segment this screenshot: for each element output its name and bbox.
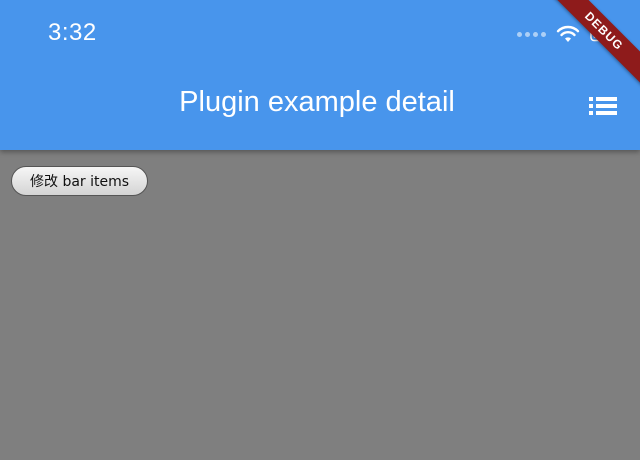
app-bar: 3:32 Plugin example detail DEBUG <box>0 0 640 150</box>
modify-bar-items-button[interactable]: 修改 bar items <box>11 166 149 196</box>
status-time: 3:32 <box>48 19 97 46</box>
signal-dots-icon <box>517 31 546 37</box>
battery-icon <box>590 26 619 42</box>
list-icon <box>589 97 617 115</box>
menu-button[interactable] <box>584 90 622 122</box>
status-icons <box>517 22 620 46</box>
app-screen: 3:32 Plugin example detail DEBUG 修改 bar … <box>0 0 640 460</box>
debug-banner: DEBUG <box>540 0 640 100</box>
wifi-icon <box>556 25 580 42</box>
page-title: Plugin example detail <box>179 86 455 118</box>
